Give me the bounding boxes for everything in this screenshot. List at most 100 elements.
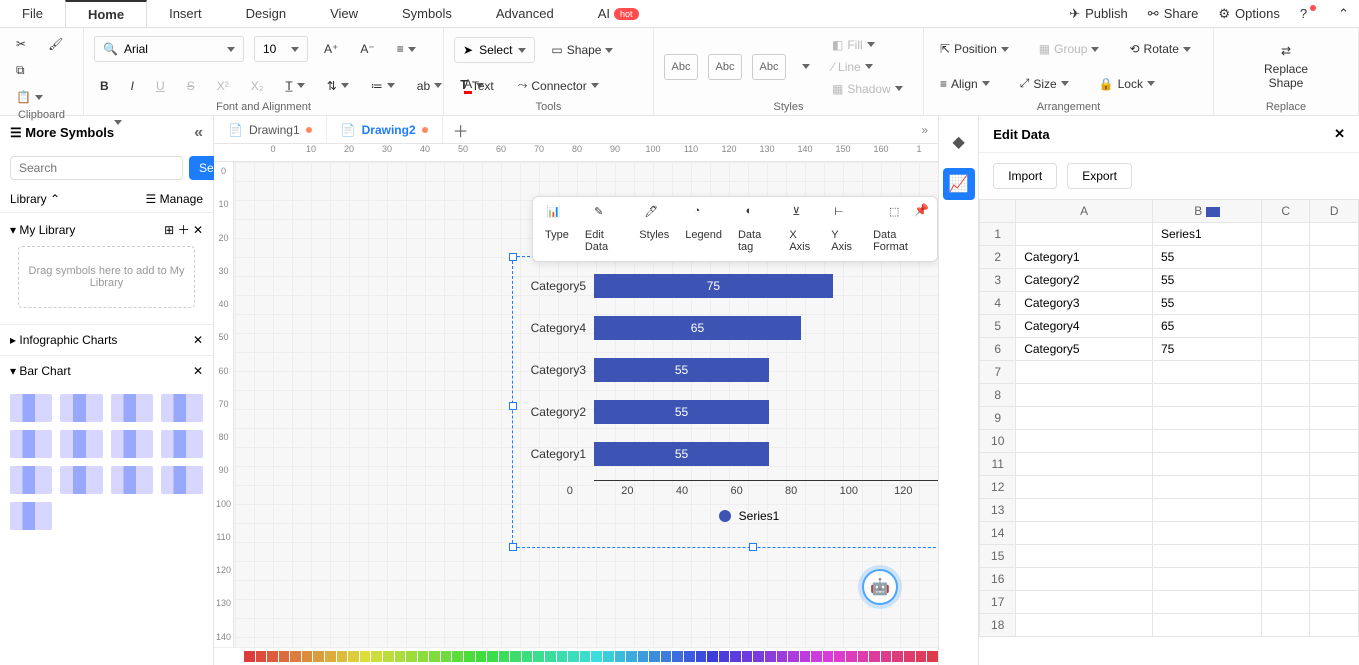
tab-drawing1[interactable]: 📄Drawing1 [214, 116, 327, 143]
import-button[interactable]: Import [993, 163, 1057, 189]
group-button[interactable]: ▦Group [1033, 39, 1106, 59]
chart-thumb[interactable] [60, 394, 102, 422]
color-swatch[interactable] [371, 651, 382, 662]
canvas[interactable]: 0102030405060708090100110120130140 📊Type… [214, 162, 938, 665]
color-swatch[interactable] [557, 651, 568, 662]
table-row[interactable]: 10 [980, 430, 1359, 453]
color-swatch[interactable] [267, 651, 278, 662]
color-swatch[interactable] [904, 651, 915, 662]
chart-styles-button[interactable]: 🖊Styles [639, 205, 669, 253]
chart-type-button[interactable]: 📊Type [545, 205, 569, 253]
menu-view[interactable]: View [308, 0, 380, 27]
color-swatch[interactable] [591, 651, 602, 662]
table-row[interactable]: 16 [980, 568, 1359, 591]
copy-button[interactable]: ⧉ [10, 60, 31, 81]
color-swatch[interactable] [823, 651, 834, 662]
size-button[interactable]: ⤢Size [1014, 73, 1075, 94]
decrease-font-button[interactable]: A⁻ [354, 39, 380, 59]
color-swatch[interactable] [638, 651, 649, 662]
menu-home[interactable]: Home [65, 0, 147, 27]
table-row[interactable]: 17 [980, 591, 1359, 614]
color-swatch[interactable] [533, 651, 544, 662]
color-swatch[interactable] [487, 651, 498, 662]
color-swatch[interactable] [800, 651, 811, 662]
lib-add-folder-icon[interactable]: ⊞ [164, 223, 174, 237]
ai-assistant-button[interactable]: 🤖 [862, 569, 898, 605]
color-swatch[interactable] [325, 651, 336, 662]
color-swatch[interactable] [337, 651, 348, 662]
infographic-close-icon[interactable]: ✕ [193, 333, 203, 347]
text-tool[interactable]: 𝐓Text [454, 75, 500, 96]
manage-button[interactable]: ☰ Manage [146, 192, 203, 206]
my-library-toggle[interactable]: ▾ My Library [10, 223, 75, 237]
collapse-ribbon-button[interactable]: ⌃ [1328, 6, 1359, 22]
table-row[interactable]: 1Series1 [980, 223, 1359, 246]
highlight-button[interactable]: ab [411, 74, 448, 97]
table-row[interactable]: 11 [980, 453, 1359, 476]
color-swatch[interactable] [927, 651, 938, 662]
case-button[interactable]: T̲ [279, 74, 310, 97]
help-button[interactable]: ? [1290, 6, 1328, 21]
style-more[interactable] [796, 61, 816, 72]
style-preset-2[interactable]: Abc [708, 54, 742, 80]
color-swatch[interactable] [869, 651, 880, 662]
align-button[interactable]: ≡ [391, 39, 422, 59]
color-swatch[interactable] [742, 651, 753, 662]
color-swatch[interactable] [615, 651, 626, 662]
color-swatch[interactable] [499, 651, 510, 662]
share-button[interactable]: ⚯Share [1138, 6, 1209, 22]
library-drop-zone[interactable]: Drag symbols here to add to My Library [18, 246, 195, 308]
table-row[interactable]: 4Category355 [980, 292, 1359, 315]
cut-button[interactable]: ✂ [10, 34, 32, 54]
collapse-left-icon[interactable]: « [194, 124, 203, 142]
shape-tool[interactable]: ▭Shape [545, 40, 619, 60]
color-swatch[interactable] [892, 651, 903, 662]
search-input[interactable] [10, 156, 183, 180]
color-swatch[interactable] [418, 651, 429, 662]
color-swatch[interactable] [707, 651, 718, 662]
color-swatch[interactable] [522, 651, 533, 662]
align-button2[interactable]: ≡Align [934, 74, 996, 94]
expand-right-icon[interactable]: » [911, 123, 938, 137]
color-swatch[interactable] [441, 651, 452, 662]
color-swatch[interactable] [603, 651, 614, 662]
color-swatch[interactable] [661, 651, 672, 662]
chart-thumb[interactable] [10, 430, 52, 458]
replace-shape-button[interactable]: ⇄Replace Shape [1258, 41, 1314, 93]
lib-close-icon[interactable]: ✕ [193, 223, 203, 237]
chart-thumb[interactable] [111, 430, 153, 458]
color-swatch[interactable] [730, 651, 741, 662]
menu-ai[interactable]: AIhot [576, 0, 661, 27]
color-swatch[interactable] [765, 651, 776, 662]
underline-button[interactable]: U [150, 74, 171, 97]
table-row[interactable]: 7 [980, 361, 1359, 384]
table-row[interactable]: 5Category465 [980, 315, 1359, 338]
color-swatch[interactable] [696, 651, 707, 662]
legend-button[interactable]: ◔Legend [685, 205, 722, 253]
table-row[interactable]: 8 [980, 384, 1359, 407]
options-button[interactable]: ⚙Options [1208, 6, 1289, 22]
color-swatch[interactable] [580, 651, 591, 662]
color-swatch[interactable] [672, 651, 683, 662]
color-swatch[interactable] [858, 651, 869, 662]
color-swatch[interactable] [568, 651, 579, 662]
color-swatch[interactable] [719, 651, 730, 662]
color-swatch[interactable] [302, 651, 313, 662]
barchart-toggle[interactable]: ▾ Bar Chart [10, 364, 71, 378]
select-tool[interactable]: ➤Select [454, 37, 535, 63]
position-button[interactable]: ⇱Position [934, 39, 1015, 59]
table-row[interactable]: 6Category575 [980, 338, 1359, 361]
italic-button[interactable]: I [125, 74, 140, 97]
bar-chart[interactable]: Category5 75Category4 65Category3 55Cate… [522, 270, 938, 523]
color-swatch[interactable] [881, 651, 892, 662]
color-swatch[interactable] [476, 651, 487, 662]
color-swatch[interactable] [406, 651, 417, 662]
font-size-select[interactable]: 10 [254, 36, 308, 62]
menu-insert[interactable]: Insert [147, 0, 224, 27]
lib-add-icon[interactable]: ＋ [178, 223, 190, 237]
connector-tool[interactable]: ⤳Connector [512, 75, 605, 96]
color-swatch[interactable] [395, 651, 406, 662]
color-swatch[interactable] [777, 651, 788, 662]
lock-button[interactable]: 🔒Lock [1093, 74, 1161, 94]
color-swatch[interactable] [429, 651, 440, 662]
